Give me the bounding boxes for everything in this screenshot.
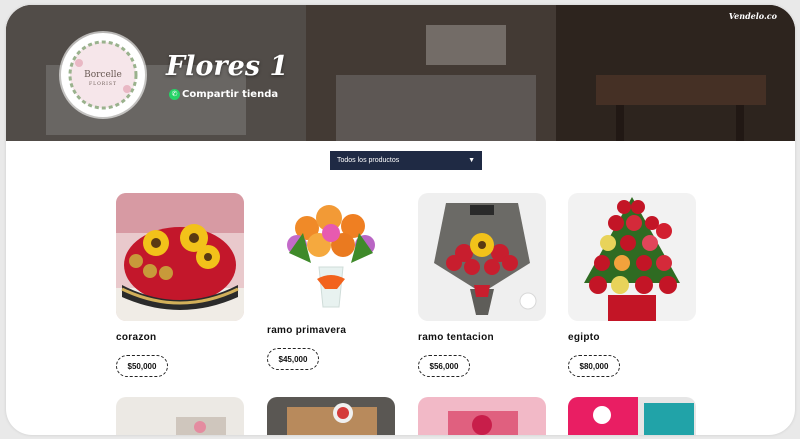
product-price: $80,000 (568, 355, 620, 377)
product-image[interactable] (418, 397, 546, 435)
store-page: Vendelo.co Borcelle FLORIST Flores 1 ✆ C… (6, 5, 795, 435)
logo-text: Borcelle (84, 70, 122, 80)
product-image[interactable] (568, 193, 696, 321)
platform-brand-tag[interactable]: Vendelo.co (729, 11, 777, 21)
product-name[interactable]: ramo primavera (267, 325, 407, 336)
category-filter-dropdown[interactable]: Todos los productos ▼ (330, 151, 482, 170)
share-store-link[interactable]: ✆ Compartir tienda (169, 89, 278, 100)
caret-down-icon: ▼ (468, 157, 475, 164)
store-header-banner: Vendelo.co Borcelle FLORIST Flores 1 ✆ C… (6, 5, 795, 141)
share-store-label: Compartir tienda (182, 89, 279, 100)
whatsapp-icon: ✆ (169, 89, 180, 100)
product-image[interactable] (568, 397, 696, 435)
filter-selected-value: Todos los productos (337, 157, 400, 164)
product-image[interactable] (116, 193, 244, 321)
product-image[interactable] (267, 397, 395, 435)
logo-subtext: FLORIST (88, 82, 118, 87)
product-image[interactable] (267, 193, 395, 321)
product-name[interactable]: egipto (568, 332, 708, 343)
store-logo: Borcelle FLORIST (61, 33, 145, 117)
product-name[interactable]: corazon (116, 332, 256, 343)
product-price: $50,000 (116, 355, 168, 377)
product-name[interactable]: ramo tentacion (418, 332, 558, 343)
product-price: $45,000 (267, 348, 319, 370)
product-image[interactable] (418, 193, 546, 321)
store-title: Flores 1 (166, 51, 289, 82)
product-image[interactable] (116, 397, 244, 435)
product-price: $56,000 (418, 355, 470, 377)
